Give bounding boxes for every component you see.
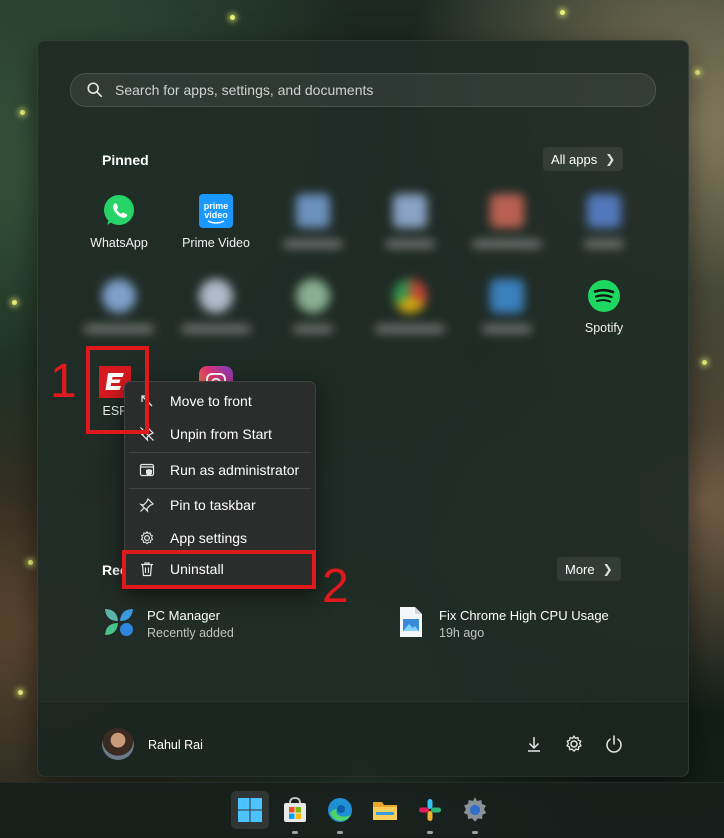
- app-icon: [199, 279, 233, 313]
- taskbar: [0, 782, 724, 838]
- pinned-app-blurred[interactable]: [265, 194, 361, 248]
- pinned-app-label: Spotify: [584, 321, 624, 335]
- menu-item-label: App settings: [170, 530, 248, 546]
- app-icon: [393, 279, 427, 313]
- search-placeholder: Search for apps, settings, and documents: [115, 82, 374, 98]
- app-icon: [490, 279, 524, 313]
- pc-manager-icon: [105, 609, 133, 636]
- pinned-app-blurred[interactable]: [265, 279, 361, 333]
- menu-item-label: Pin to taskbar: [170, 497, 256, 513]
- firefly-decoration: [12, 300, 17, 305]
- menu-item-pin-to-taskbar[interactable]: Pin to taskbar: [125, 490, 315, 520]
- recommended-item-title: Fix Chrome High CPU Usage: [439, 608, 609, 623]
- running-indicator: [472, 831, 478, 834]
- app-icon: [393, 194, 427, 228]
- menu-divider: [129, 452, 311, 453]
- app-icon: [102, 279, 136, 313]
- more-button[interactable]: More ❯: [557, 557, 621, 581]
- shield-window-icon: [139, 463, 155, 477]
- all-apps-button[interactable]: All apps ❯: [543, 147, 624, 171]
- pinned-app-blurred[interactable]: [168, 279, 264, 333]
- pinned-app-blurred[interactable]: [459, 194, 555, 248]
- menu-item-unpin-from-start[interactable]: Unpin from Start: [125, 419, 315, 449]
- edge-icon[interactable]: [325, 795, 355, 825]
- menu-item-move-to-front[interactable]: Move to front: [125, 386, 315, 416]
- app-icon: [587, 194, 621, 228]
- recommended-item-subtitle: Recently added: [147, 626, 234, 640]
- menu-item-label: Unpin from Start: [170, 426, 272, 442]
- pinned-app-blurred[interactable]: [362, 279, 458, 333]
- running-indicator: [337, 831, 343, 834]
- firefly-decoration: [18, 690, 23, 695]
- app-icon: [490, 194, 524, 228]
- whatsapp-icon: [102, 194, 136, 228]
- more-label: More: [565, 561, 595, 577]
- pin-icon: [139, 497, 155, 513]
- firefly-decoration: [702, 360, 707, 365]
- annotation-box-step-1: [86, 346, 149, 434]
- chevron-right-icon: ❯: [602, 562, 613, 576]
- gear-icon: [140, 531, 154, 545]
- pinned-app-prime-video[interactable]: prime video Prime Video: [168, 194, 264, 250]
- prime-video-icon: prime video: [199, 194, 233, 228]
- search-box[interactable]: Search for apps, settings, and documents: [70, 73, 656, 107]
- image-file-icon: [400, 607, 422, 637]
- pinned-app-blurred[interactable]: [459, 279, 555, 333]
- avatar[interactable]: [102, 728, 134, 760]
- firefly-decoration: [560, 10, 565, 15]
- start-footer: Rahul Rai: [38, 701, 688, 777]
- running-indicator: [427, 831, 433, 834]
- settings-icon[interactable]: [460, 795, 490, 825]
- pinned-app-blurred[interactable]: [556, 194, 652, 248]
- app-icon: [296, 279, 330, 313]
- firefly-decoration: [695, 70, 700, 75]
- search-icon: [87, 82, 103, 98]
- all-apps-label: All apps: [551, 151, 598, 167]
- svg-text:video: video: [204, 210, 228, 220]
- menu-item-label: Move to front: [170, 393, 252, 409]
- chevron-right-icon: ❯: [605, 152, 616, 166]
- folder-icon[interactable]: [370, 795, 400, 825]
- recommended-item-title: PC Manager: [147, 608, 220, 623]
- pinned-app-label: Prime Video: [182, 236, 250, 250]
- firefly-decoration: [28, 560, 33, 565]
- annotation-box-step-2: [122, 550, 316, 589]
- download-icon[interactable]: [524, 734, 544, 754]
- slack-icon[interactable]: [415, 795, 445, 825]
- menu-item-run-as-administrator[interactable]: Run as administrator: [125, 455, 315, 485]
- pinned-app-whatsapp[interactable]: WhatsApp: [71, 194, 167, 250]
- menu-divider: [129, 488, 311, 489]
- windows-icon[interactable]: [235, 795, 265, 825]
- user-name[interactable]: Rahul Rai: [148, 738, 203, 752]
- firefly-decoration: [230, 15, 235, 20]
- menu-item-app-settings[interactable]: App settings: [125, 523, 315, 553]
- pinned-app-blurred[interactable]: [71, 279, 167, 333]
- spotify-icon: [587, 279, 621, 313]
- recommended-item-subtitle: 19h ago: [439, 626, 485, 640]
- annotation-number-2: 2: [322, 560, 349, 613]
- gear-icon[interactable]: [564, 734, 584, 754]
- pinned-app-label: WhatsApp: [90, 236, 148, 250]
- pinned-app-blurred[interactable]: [362, 194, 458, 248]
- pinned-app-spotify[interactable]: Spotify: [556, 279, 652, 335]
- annotation-number-1: 1: [50, 355, 77, 408]
- store-icon[interactable]: [280, 795, 310, 825]
- pinned-title: Pinned: [102, 152, 149, 168]
- power-icon[interactable]: [604, 734, 624, 754]
- firefly-decoration: [20, 110, 25, 115]
- running-indicator: [292, 831, 298, 834]
- menu-item-label: Run as administrator: [170, 462, 300, 478]
- app-icon: [296, 194, 330, 228]
